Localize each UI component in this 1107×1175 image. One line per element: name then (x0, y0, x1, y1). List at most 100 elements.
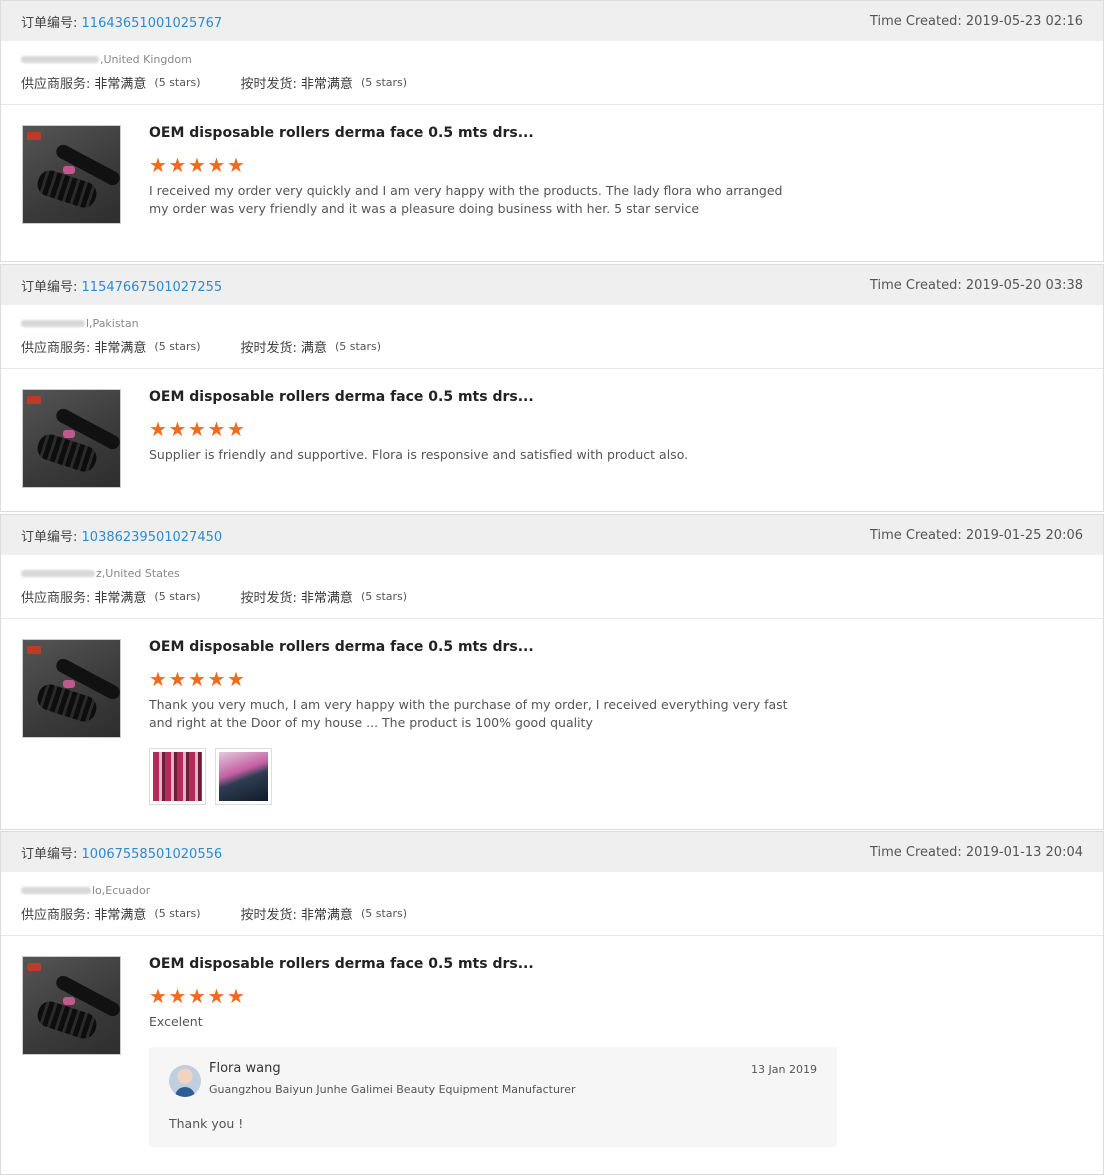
supplier-service-value: 非常满意 (94, 341, 147, 356)
on-time-stars: (5 stars) (360, 907, 408, 920)
star-icon: ★ (188, 153, 206, 177)
supplier-service-label: 供应商服务: (21, 341, 91, 356)
seller-ratings: 供应商服务: 非常满意 (5 stars) 按时发货: 满意 (5 stars) (21, 337, 1083, 356)
reply-author-name: Flora wang (209, 1061, 281, 1076)
product-title[interactable]: OEM disposable rollers derma face 0.5 mt… (149, 956, 1083, 976)
redacted-buyer-name (21, 569, 95, 577)
star-icon: ★ (188, 984, 206, 1008)
product-thumbnail[interactable] (22, 639, 121, 738)
buyer-info: ,United Kingdom 供应商服务: 非常满意 (5 stars) 按时发货… (1, 41, 1103, 105)
time-created-value: 2019-01-13 20:04 (965, 844, 1083, 860)
star-icon: ★ (149, 667, 167, 691)
redacted-buyer-name (21, 886, 91, 894)
supplier-service-label: 供应商服务: (21, 591, 91, 606)
time-created-value: 2019-05-20 03:38 (965, 277, 1083, 293)
time-created-label: Time Created: (869, 13, 962, 29)
supplier-service-stars: (5 stars) (154, 340, 201, 353)
supplier-reply: Flora wang Guangzhou Baiyun Junhe Galime… (149, 1047, 837, 1147)
supplier-service-value: 非常满意 (94, 591, 147, 606)
star-rating: ★ ★ ★ ★ ★ (149, 155, 1083, 175)
supplier-service-value: 非常满意 (94, 908, 147, 923)
review-header: 订单编号: 11547667501027255 Time Created: 20… (1, 265, 1103, 305)
buyer-info: z,United States 供应商服务: 非常满意 (5 stars) 按时发货… (1, 555, 1103, 619)
star-rating: ★ ★ ★ ★ ★ (149, 669, 1083, 689)
supplier-service-label: 供应商服务: (21, 77, 91, 92)
supplier-service-stars: (5 stars) (154, 590, 201, 603)
star-icon: ★ (227, 417, 245, 441)
review-photos (149, 748, 1083, 805)
star-icon: ★ (188, 417, 206, 441)
star-icon: ★ (168, 153, 187, 177)
seller-ratings: 供应商服务: 非常满意 (5 stars) 按时发货: 非常满意 (5 stars) (21, 587, 1083, 606)
reply-text: Thank you ! (169, 1116, 244, 1131)
order-number-label: 订单编号: (21, 279, 78, 295)
review-body: OEM disposable rollers derma face 0.5 mt… (1, 619, 1103, 825)
order-number-link[interactable]: 10067558501020556 (82, 847, 223, 862)
review-comment: I received my order very quickly and I a… (149, 183, 783, 216)
on-time-label: 按时发货: (240, 77, 297, 92)
review-comment: Thank you very much, I am very happy wit… (149, 697, 788, 730)
on-time-label: 按时发货: (240, 591, 297, 606)
on-time-label: 按时发货: (240, 341, 297, 356)
product-thumbnail[interactable] (22, 389, 121, 488)
star-icon: ★ (207, 667, 226, 691)
product-thumbnail[interactable] (22, 125, 121, 224)
star-icon: ★ (149, 417, 167, 441)
order-number-label: 订单编号: (21, 846, 78, 862)
supplier-service-stars: (5 stars) (154, 907, 201, 920)
review-card: 订单编号: 10067558501020556 Time Created: 20… (0, 831, 1104, 1175)
buyer-country: ,United Kingdom (100, 52, 192, 66)
seller-ratings: 供应商服务: 非常满意 (5 stars) 按时发货: 非常满意 (5 stars) (21, 904, 1083, 923)
product-title[interactable]: OEM disposable rollers derma face 0.5 mt… (149, 639, 1083, 659)
time-created-label: Time Created: (869, 277, 962, 293)
redacted-buyer-name (21, 55, 99, 63)
star-icon: ★ (207, 153, 226, 177)
review-header: 订单编号: 11643651001025767 Time Created: 20… (1, 1, 1103, 41)
on-time-value: 满意 (300, 341, 327, 356)
review-header: 订单编号: 10386239501027450 Time Created: 20… (1, 515, 1103, 555)
review-body: OEM disposable rollers derma face 0.5 mt… (1, 936, 1103, 1167)
reply-date: 13 Jan 2019 (751, 1063, 817, 1076)
time-created-value: 2019-05-23 02:16 (965, 13, 1083, 29)
star-icon: ★ (149, 153, 167, 177)
on-time-stars: (5 stars) (360, 590, 408, 603)
order-number-link[interactable]: 11643651001025767 (82, 16, 223, 31)
on-time-value: 非常满意 (300, 591, 353, 606)
review-card: 订单编号: 11643651001025767 Time Created: 20… (0, 0, 1104, 262)
order-number-label: 订单编号: (21, 529, 78, 545)
review-body: OEM disposable rollers derma face 0.5 mt… (1, 105, 1103, 238)
order-number-link[interactable]: 10386239501027450 (82, 530, 223, 545)
review-photo[interactable] (149, 748, 206, 805)
review-comment: Excelent (149, 1014, 203, 1029)
review-card: 订单编号: 10386239501027450 Time Created: 20… (0, 514, 1104, 830)
review-card: 订单编号: 11547667501027255 Time Created: 20… (0, 264, 1104, 512)
supplier-service-stars: (5 stars) (154, 76, 201, 89)
buyer-country: l,Pakistan (86, 316, 139, 330)
on-time-label: 按时发货: (240, 908, 297, 923)
star-icon: ★ (168, 417, 187, 441)
star-icon: ★ (168, 984, 187, 1008)
buyer-country: lo,Ecuador (92, 883, 151, 897)
time-created-label: Time Created: (869, 527, 962, 543)
review-photo[interactable] (215, 748, 272, 805)
on-time-value: 非常满意 (300, 908, 353, 923)
star-icon: ★ (227, 153, 245, 177)
on-time-stars: (5 stars) (334, 340, 382, 353)
supplier-service-label: 供应商服务: (21, 908, 91, 923)
review-body: OEM disposable rollers derma face 0.5 mt… (1, 369, 1103, 488)
buyer-info: lo,Ecuador 供应商服务: 非常满意 (5 stars) 按时发货: 非常满意… (1, 872, 1103, 936)
on-time-value: 非常满意 (300, 77, 353, 92)
buyer-info: l,Pakistan 供应商服务: 非常满意 (5 stars) 按时发货: 满意 (5… (1, 305, 1103, 369)
order-number-link[interactable]: 11547667501027255 (82, 280, 223, 295)
product-thumbnail[interactable] (22, 956, 121, 1055)
star-icon: ★ (188, 667, 206, 691)
on-time-stars: (5 stars) (360, 76, 408, 89)
seller-ratings: 供应商服务: 非常满意 (5 stars) 按时发货: 非常满意 (5 stars) (21, 73, 1083, 92)
star-icon: ★ (227, 984, 245, 1008)
product-title[interactable]: OEM disposable rollers derma face 0.5 mt… (149, 389, 1083, 409)
star-icon: ★ (207, 417, 226, 441)
star-icon: ★ (207, 984, 226, 1008)
order-number-label: 订单编号: (21, 15, 78, 31)
product-title[interactable]: OEM disposable rollers derma face 0.5 mt… (149, 125, 1083, 145)
avatar (169, 1065, 201, 1097)
